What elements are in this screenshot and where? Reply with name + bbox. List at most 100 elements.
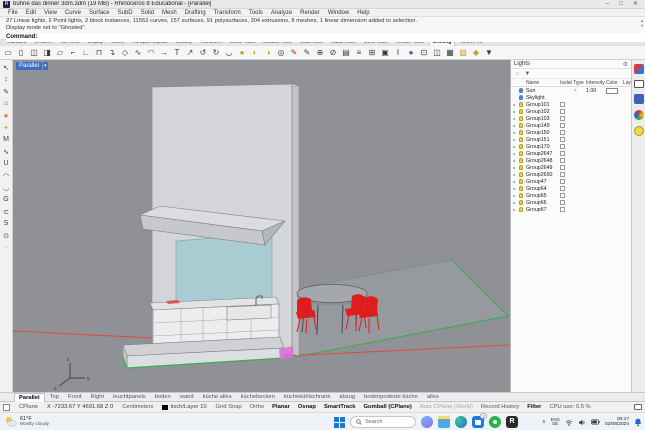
- filter-icon[interactable]: ▼: [524, 71, 530, 77]
- toolbar-icon[interactable]: ◡: [223, 47, 235, 59]
- status-toggle[interactable]: Gumball (CPlane): [364, 404, 412, 410]
- toolbar-icon[interactable]: ▯: [15, 47, 27, 59]
- side-tool-icon[interactable]: ⊙: [1, 230, 12, 241]
- viewport-tab[interactable]: küche alles: [199, 393, 236, 401]
- expander-icon[interactable]: ▸: [511, 130, 518, 135]
- expander-icon[interactable]: ▸: [511, 179, 518, 184]
- light-row[interactable]: ▸ Group47: [511, 178, 631, 185]
- lights-column-header[interactable]: Name Isolat Type Intensity Color Layer: [511, 79, 636, 87]
- status-toggle[interactable]: SmartTrack: [324, 404, 356, 410]
- menu-item[interactable]: Curve: [65, 10, 81, 16]
- command-area[interactable]: 27 Linear lights, 2 Point lights, 2 bloc…: [0, 17, 645, 42]
- menu-item[interactable]: Analyze: [271, 10, 292, 16]
- expander-icon[interactable]: ▸: [511, 193, 518, 198]
- light-row[interactable]: Skylight: [511, 94, 631, 101]
- isolate-checkbox[interactable]: [560, 193, 565, 198]
- toolbar-icon[interactable]: ▨: [457, 47, 469, 59]
- light-name[interactable]: Group2650: [526, 172, 560, 178]
- viewport-tab[interactable]: Front: [64, 393, 86, 401]
- menu-item[interactable]: Mesh: [162, 10, 177, 16]
- toolbar-icon[interactable]: ◐: [249, 47, 261, 59]
- isolate-checkbox[interactable]: [560, 116, 565, 121]
- light-row[interactable]: ▸ Group2650: [511, 171, 631, 178]
- isolate-checkbox[interactable]: [560, 186, 565, 191]
- viewport-title[interactable]: Parallel: [16, 62, 43, 70]
- new-light-icon[interactable]: ☼: [514, 70, 520, 77]
- active-layer[interactable]: tisch/Layer 10: [162, 404, 207, 410]
- light-name[interactable]: Group101: [526, 102, 560, 108]
- isolate-checkbox[interactable]: [560, 207, 565, 212]
- side-tool-icon[interactable]: S: [1, 218, 12, 229]
- menu-item[interactable]: Edit: [26, 10, 36, 16]
- viewport[interactable]: Parallel ▾ z y x: [12, 60, 511, 392]
- light-name[interactable]: Skylight: [526, 95, 560, 101]
- light-name[interactable]: Group47: [526, 179, 560, 185]
- side-tool-icon[interactable]: M: [1, 134, 12, 145]
- toolbar-icon[interactable]: ▭: [2, 47, 14, 59]
- expander-icon[interactable]: ▸: [511, 109, 518, 114]
- light-row[interactable]: ▸ Group64: [511, 185, 631, 192]
- menu-item[interactable]: Drafting: [185, 10, 206, 16]
- expander-icon[interactable]: ▸: [511, 102, 518, 107]
- light-name[interactable]: Group102: [526, 109, 560, 115]
- light-color-swatch[interactable]: [606, 87, 618, 94]
- isolate-checkbox[interactable]: [560, 109, 565, 114]
- viewport-tab[interactable]: abzug: [335, 393, 359, 401]
- menu-item[interactable]: File: [8, 10, 18, 16]
- side-tool-icon[interactable]: ↕: [1, 74, 12, 85]
- toolbar-icon[interactable]: ⌐: [67, 47, 79, 59]
- isolate-checkbox[interactable]: [560, 144, 565, 149]
- menu-item[interactable]: Solid: [141, 10, 154, 16]
- light-row[interactable]: ▸ Group66: [511, 199, 631, 206]
- viewport-title-chip[interactable]: Parallel ▾: [16, 62, 48, 70]
- cplane-selector[interactable]: CPlane: [19, 404, 38, 410]
- light-name[interactable]: Sun: [526, 88, 560, 94]
- light-name[interactable]: Group150: [526, 130, 560, 136]
- edge-browser-icon[interactable]: [455, 416, 467, 428]
- volume-icon[interactable]: [578, 419, 586, 426]
- toolbar-icon[interactable]: ◨: [41, 47, 53, 59]
- isolate-checkbox[interactable]: [560, 102, 565, 107]
- menu-item[interactable]: Tools: [249, 10, 263, 16]
- side-tool-icon[interactable]: ★: [1, 110, 12, 121]
- expander-icon[interactable]: ▸: [511, 200, 518, 205]
- toolbar-icon[interactable]: ●: [236, 47, 248, 59]
- isolate-checkbox[interactable]: [560, 137, 565, 142]
- isolate-checkbox[interactable]: [560, 165, 565, 170]
- side-tool-icon[interactable]: ◡: [1, 182, 12, 193]
- side-tool-icon[interactable]: ◠: [1, 170, 12, 181]
- toolbar-icon[interactable]: ⊞: [366, 47, 378, 59]
- light-intensity[interactable]: 1.00: [586, 88, 606, 94]
- isolate-checkbox[interactable]: [560, 200, 565, 205]
- viewport-tab[interactable]: Parallel: [14, 392, 45, 402]
- toolbar-icon[interactable]: ●: [405, 47, 417, 59]
- toolbar-icon[interactable]: ◇: [119, 47, 131, 59]
- side-tool-icon[interactable]: U: [1, 158, 12, 169]
- libraries-panel-icon[interactable]: [633, 94, 644, 104]
- expander-icon[interactable]: ▸: [511, 165, 518, 170]
- isolate-checkbox[interactable]: [560, 158, 565, 163]
- menu-item[interactable]: Transform: [214, 10, 241, 16]
- status-toggle[interactable]: CPU use: 0.5 %: [549, 404, 590, 410]
- light-row[interactable]: ▸ Group65: [511, 192, 631, 199]
- light-name[interactable]: Group103: [526, 116, 560, 122]
- viewport-tab[interactable]: küchekühlschrank: [280, 393, 334, 401]
- side-tool-icon[interactable]: ⊂: [1, 206, 12, 217]
- light-name[interactable]: Group151: [526, 137, 560, 143]
- expander-icon[interactable]: ▸: [511, 116, 518, 121]
- side-tool-icon[interactable]: ✎: [1, 86, 12, 97]
- lights-panel-icon[interactable]: [633, 126, 644, 136]
- light-row[interactable]: Sun ☀ 1.00: [511, 87, 631, 94]
- menu-item[interactable]: View: [44, 10, 57, 16]
- weather-widget[interactable]: 61°F Mostly cloudy: [0, 416, 49, 427]
- battery-icon[interactable]: [591, 419, 600, 425]
- expander-icon[interactable]: ▸: [511, 172, 518, 177]
- status-toggle[interactable]: Filter: [527, 404, 541, 410]
- gear-icon[interactable]: ⚙: [623, 61, 628, 68]
- status-toggle[interactable]: Planar: [272, 404, 290, 410]
- isolate-checkbox[interactable]: [560, 130, 565, 135]
- tablet-icon[interactable]: [634, 404, 642, 410]
- viewport-tab[interactable]: wand: [176, 393, 198, 401]
- toolbar-icon[interactable]: ↻: [210, 47, 222, 59]
- viewport-3d-scene[interactable]: z y x: [12, 60, 511, 392]
